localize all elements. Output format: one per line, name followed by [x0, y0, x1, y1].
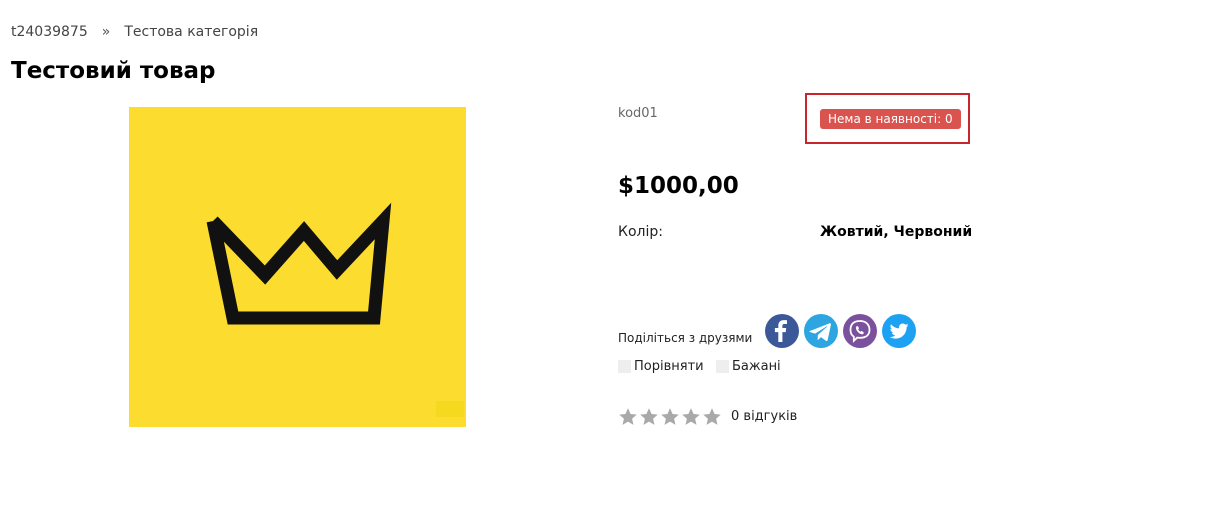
star-icon[interactable]: [681, 407, 701, 427]
stock-status-badge: Нема в наявності: 0: [820, 109, 961, 129]
product-price: $1000,00: [618, 173, 739, 199]
star-icon[interactable]: [660, 407, 680, 427]
facebook-icon[interactable]: [765, 314, 799, 348]
wishlist-label: Бажані: [732, 359, 781, 374]
wishlist-checkbox[interactable]: [716, 360, 729, 373]
star-icon[interactable]: [702, 407, 722, 427]
viber-icon[interactable]: [843, 314, 877, 348]
reviews-link[interactable]: 0 відгуків: [731, 409, 797, 424]
star-icon[interactable]: [618, 407, 638, 427]
breadcrumb-item-category[interactable]: Тестова категорія: [124, 24, 258, 40]
telegram-icon[interactable]: [804, 314, 838, 348]
attribute-value-color: Жовтий, Червоний: [820, 224, 973, 240]
star-icon[interactable]: [639, 407, 659, 427]
breadcrumb-separator: »: [101, 24, 111, 40]
crown-icon: [206, 202, 464, 417]
share-buttons: [765, 314, 916, 348]
share-label: Поділіться з друзями: [618, 331, 753, 345]
breadcrumb-item-home[interactable]: t24039875: [11, 24, 88, 40]
product-image[interactable]: [129, 107, 466, 427]
rating-stars: [618, 407, 722, 427]
compare-label: Порівняти: [634, 359, 704, 374]
compare-checkbox[interactable]: [618, 360, 631, 373]
compare-toggle[interactable]: Порівняти: [618, 359, 704, 374]
attribute-label-color: Колір:: [618, 224, 663, 240]
product-page: t24039875 » Тестова категорія Тестовий т…: [0, 0, 1214, 532]
page-title: Тестовий товар: [11, 58, 216, 84]
twitter-icon[interactable]: [882, 314, 916, 348]
wishlist-toggle[interactable]: Бажані: [716, 359, 781, 374]
product-sku: kod01: [618, 106, 658, 121]
watermark-icon: [436, 401, 464, 417]
breadcrumb: t24039875 » Тестова категорія: [11, 24, 258, 40]
